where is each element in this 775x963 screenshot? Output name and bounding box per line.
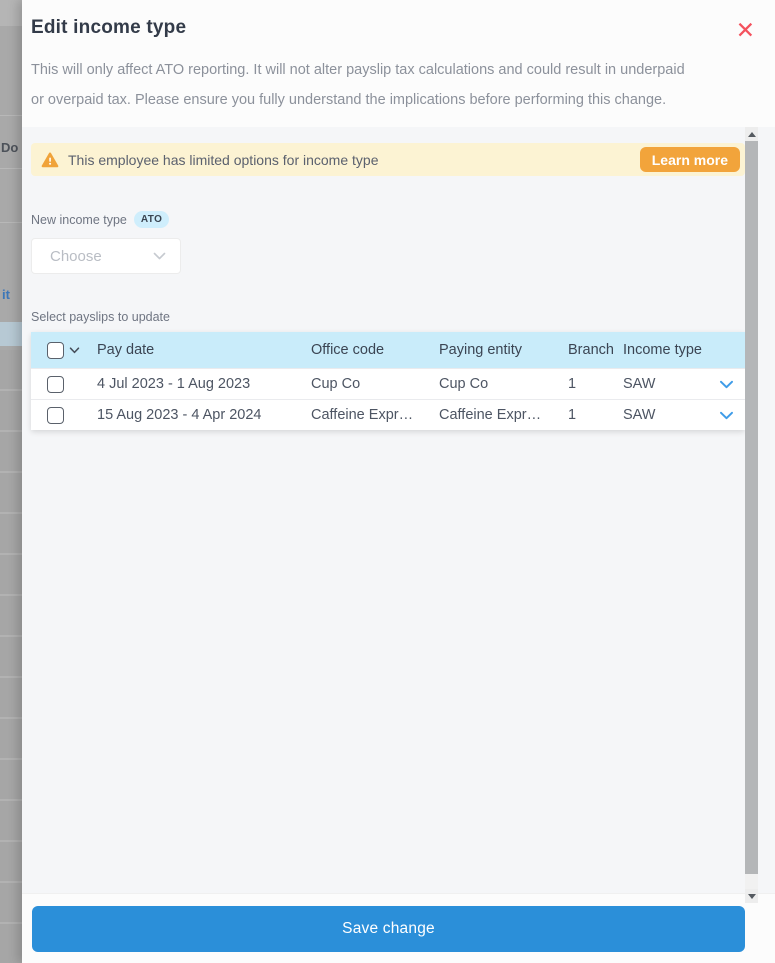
triangle-up-icon — [747, 131, 756, 137]
modal-title: Edit income type — [31, 17, 187, 38]
row-checkbox[interactable] — [47, 406, 64, 424]
expand-row-chevron-icon[interactable] — [719, 380, 734, 389]
scrollbar-thumb[interactable] — [745, 141, 758, 874]
background-row-divider — [0, 115, 22, 116]
background-row-divider — [0, 222, 22, 223]
background-partial-link: it — [2, 287, 10, 302]
chevron-down-icon[interactable] — [69, 346, 80, 354]
column-header-branch: Branch — [568, 341, 614, 358]
description-line-2: or overpaid tax. Please ensure you fully… — [31, 92, 667, 108]
ato-badge: ATO — [133, 211, 170, 228]
cell-branch: 1 — [568, 376, 577, 392]
column-header-pay-date: Pay date — [97, 341, 155, 358]
scrollbar-up-button[interactable] — [745, 127, 758, 141]
cell-paying-entity: Caffeine Expr… — [439, 407, 542, 423]
table-row: 15 Aug 2023 - 4 Apr 2024 Caffeine Expr… … — [31, 399, 745, 430]
new-income-type-label-row: New income type ATO — [31, 211, 745, 228]
modal-description: This will only affect ATO reporting. It … — [22, 42, 775, 127]
warning-triangle-icon — [41, 152, 59, 167]
income-type-dropdown[interactable]: Choose — [31, 238, 181, 274]
cell-pay-date: 4 Jul 2023 - 1 Aug 2023 — [97, 376, 251, 392]
background-partial-text: Do — [1, 140, 19, 155]
table-header-row: Pay date Office code Paying entity Branc… — [31, 332, 745, 368]
background-row-divider — [0, 168, 22, 169]
column-header-income-type: Income type — [623, 341, 702, 358]
background-highlighted-row — [0, 322, 22, 346]
triangle-down-icon — [747, 893, 756, 899]
modal-footer: Save change — [22, 893, 775, 963]
cell-office-code: Caffeine Expr… — [311, 407, 414, 423]
close-icon[interactable]: ✕ — [736, 19, 755, 42]
description-line-1: This will only affect ATO reporting. It … — [31, 62, 685, 78]
cell-pay-date: 15 Aug 2023 - 4 Apr 2024 — [97, 407, 262, 423]
cell-income-type: SAW — [623, 407, 656, 423]
new-income-type-label: New income type — [31, 212, 127, 227]
column-header-office-code: Office code — [311, 341, 385, 358]
learn-more-button[interactable]: Learn more — [639, 147, 740, 172]
warning-message: This employee has limited options for in… — [68, 151, 379, 168]
edit-income-type-modal: Edit income type ✕ This will only affect… — [22, 0, 775, 963]
scrollbar-down-button[interactable] — [745, 889, 758, 903]
table-row: 4 Jul 2023 - 1 Aug 2023 Cup Co Cup Co 1 … — [31, 368, 745, 399]
cell-office-code: Cup Co — [311, 376, 361, 392]
cell-branch: 1 — [568, 407, 577, 423]
column-header-paying-entity: Paying entity — [439, 341, 523, 358]
cell-income-type: SAW — [623, 376, 656, 392]
income-type-dropdown-value: Choose — [50, 247, 102, 265]
background-table-rows — [0, 350, 22, 963]
expand-row-chevron-icon[interactable] — [719, 411, 734, 420]
select-all-checkbox[interactable] — [47, 341, 64, 359]
vertical-scrollbar[interactable] — [745, 127, 758, 903]
chevron-down-icon — [153, 252, 166, 260]
select-payslips-label: Select payslips to update — [31, 310, 170, 324]
dimmed-background-page: Do it — [0, 0, 22, 963]
modal-header: Edit income type ✕ — [22, 0, 775, 42]
payslip-table: Pay date Office code Paying entity Branc… — [31, 332, 745, 430]
modal-scroll-area: This employee has limited options for in… — [22, 127, 775, 903]
cell-paying-entity: Cup Co — [439, 376, 489, 392]
warning-banner: This employee has limited options for in… — [31, 143, 745, 176]
background-top-band — [0, 0, 22, 26]
row-checkbox[interactable] — [47, 375, 64, 393]
save-change-button[interactable]: Save change — [32, 906, 745, 952]
